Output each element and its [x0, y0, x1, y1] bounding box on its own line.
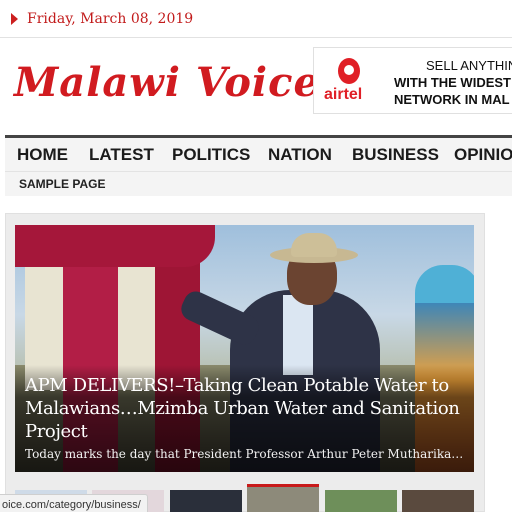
ad-line: SELL ANYTHIN: [426, 58, 512, 73]
story-thumbnail[interactable]: [170, 490, 242, 512]
sub-navigation: SAMPLE PAGE: [5, 172, 512, 196]
nav-item-home[interactable]: HOME: [17, 145, 68, 165]
airtel-logo: airtel: [320, 58, 376, 106]
nav-item-sample-page[interactable]: SAMPLE PAGE: [19, 177, 105, 191]
arrow-right-icon: [11, 13, 18, 25]
current-date: Friday, March 08, 2019: [27, 11, 194, 27]
featured-excerpt: Today marks the day that President Profe…: [25, 447, 464, 461]
link-status-bar: oice.com/category/business/: [0, 494, 148, 512]
ad-line: NETWORK IN MAL: [394, 92, 510, 107]
nav-item-latest[interactable]: LATEST: [89, 145, 154, 165]
advertisement-banner[interactable]: airtel SELL ANYTHIN WITH THE WIDEST NETW…: [313, 47, 512, 114]
top-date-bar: Friday, March 08, 2019: [0, 0, 512, 38]
story-thumbnail-active[interactable]: [247, 484, 319, 512]
main-navigation: HOME LATEST POLITICS NATION BUSINESS OPI…: [5, 135, 512, 172]
nav-item-business[interactable]: BUSINESS: [352, 145, 439, 165]
featured-story[interactable]: APM DELIVERS!–Taking Clean Potable Water…: [15, 225, 474, 472]
nav-item-opinion[interactable]: OPINION: [454, 145, 512, 165]
curtain-image: [15, 225, 215, 267]
status-url: oice.com/category/business/: [2, 499, 141, 511]
ad-line: WITH THE WIDEST: [394, 75, 511, 90]
site-logo[interactable]: Malawi Voice: [14, 60, 320, 110]
featured-headline[interactable]: APM DELIVERS!–Taking Clean Potable Water…: [25, 374, 465, 443]
story-thumbnail[interactable]: [402, 490, 474, 512]
ad-brand: airtel: [324, 86, 363, 103]
nav-item-politics[interactable]: POLITICS: [172, 145, 250, 165]
nav-item-nation[interactable]: NATION: [268, 145, 332, 165]
story-thumbnail[interactable]: [325, 490, 397, 512]
hat-image: [291, 233, 337, 257]
